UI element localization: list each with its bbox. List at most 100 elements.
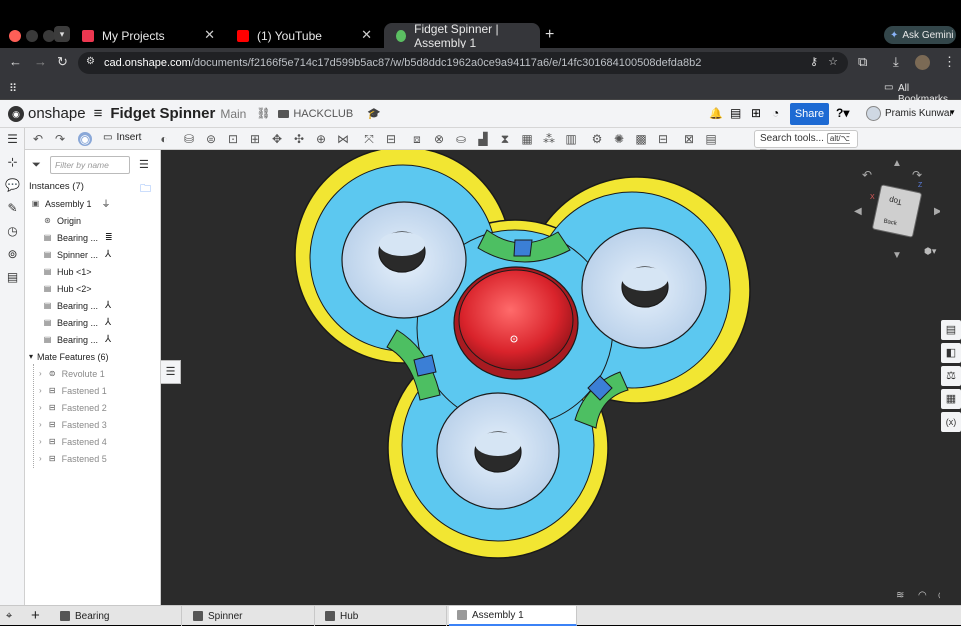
mate-features-header[interactable]: ▾ Mate Features (6) <box>25 348 161 365</box>
chevron-right-icon[interactable]: › <box>39 437 42 446</box>
view-cube-top-face[interactable]: Top <box>888 195 902 206</box>
tab-search-button[interactable]: ▾ <box>54 26 70 42</box>
linear-relation-icon[interactable]: ▦ <box>520 132 534 146</box>
ball-mate-icon[interactable]: ⤧ <box>362 132 376 146</box>
mate-item-fastened[interactable]: › ⊟ Fastened 3 <box>25 416 161 433</box>
parallel-mate-icon[interactable]: ⊟ <box>384 132 398 146</box>
add-tab-button[interactable]: + <box>31 607 40 624</box>
gear-settings-icon[interactable]: ✺ <box>612 132 626 146</box>
document-list-icon[interactable]: ▤ <box>730 106 741 120</box>
list-item-instance[interactable]: ▤ Spinner ... ⅄ <box>25 246 161 263</box>
undo-icon[interactable]: ↶ <box>31 132 45 146</box>
filter-funnel-icon[interactable]: ⏷ <box>32 159 41 172</box>
appearance-panel-icon[interactable]: ◧ <box>941 343 961 363</box>
cylindrical-mate-icon[interactable]: ⊕ <box>314 132 328 146</box>
mate-item-fastened[interactable]: › ⊟ Fastened 1 <box>25 382 161 399</box>
history-clock-icon[interactable]: ◷ <box>5 224 20 239</box>
user-avatar[interactable] <box>866 106 881 121</box>
render-mode-icon[interactable]: ≋ <box>896 590 904 601</box>
site-info-icon[interactable]: ⚙ <box>86 56 95 67</box>
password-key-icon[interactable]: ⚷ <box>810 55 818 68</box>
learning-center-icon[interactable]: ◔ <box>772 106 779 120</box>
app-store-icon[interactable]: ⊞ <box>751 106 761 120</box>
help-question-icon[interactable]: ?▾ <box>836 106 849 120</box>
view-cube-box[interactable]: Top Back <box>871 184 923 238</box>
mass-properties-icon[interactable]: ⚖ <box>941 366 961 386</box>
feature-list-icon[interactable]: ☰ <box>5 132 20 147</box>
document-title[interactable]: Fidget Spinner <box>110 105 215 122</box>
gear-relation-icon[interactable]: ⛀ <box>454 132 468 146</box>
tangent-mate-icon[interactable]: ⧈ <box>410 132 424 146</box>
redo-icon[interactable]: ↷ <box>53 132 67 146</box>
list-item-instance[interactable]: ▤ Hub <1> <box>25 263 161 280</box>
share-button[interactable]: Share <box>790 103 829 125</box>
view-cube-back-face[interactable]: Back <box>883 218 897 227</box>
pattern-icon[interactable]: ▩ <box>634 132 648 146</box>
tab-hub[interactable]: Hub <box>317 606 447 626</box>
graphics-viewport[interactable]: ☰ ▲ ◀ ▶ ▼ ↶ ↷ Top Back X Z ⬢▾ ≋ ◠ <box>161 150 947 605</box>
mate-item-fastened[interactable]: › ⊟ Fastened 5 <box>25 450 161 467</box>
new-tab-button[interactable]: + <box>545 26 554 44</box>
tab-fidget-spinner[interactable]: Fidget Spinner | Assembly 1 <box>384 22 540 50</box>
branch-label[interactable]: Main <box>220 107 246 121</box>
chevron-right-icon[interactable]: › <box>39 369 42 378</box>
properties-panel-icon[interactable]: ▤ <box>941 320 961 340</box>
rotate-left-arrow-icon[interactable]: ◀ <box>854 206 862 217</box>
configurations-icon[interactable]: ▦ <box>941 389 961 409</box>
chevron-right-icon[interactable]: › <box>39 454 42 463</box>
forward-arrow-icon[interactable]: → <box>34 54 47 69</box>
close-window-button[interactable] <box>9 30 21 42</box>
list-item-assembly[interactable]: ▣ Assembly 1 ⏚ <box>25 195 161 212</box>
download-icon[interactable]: ⤓ <box>893 54 899 70</box>
screw-relation-icon[interactable]: ⧗ <box>498 132 512 146</box>
user-menu-chevron-icon[interactable]: ▾ <box>950 107 955 118</box>
close-tab-icon[interactable]: ✕ <box>204 27 215 43</box>
link-icon[interactable]: ⛓ <box>256 107 270 120</box>
explode-icon[interactable]: ▥ <box>564 132 578 146</box>
cylinder-icon[interactable]: ⛁ <box>182 132 196 146</box>
measure-icon[interactable]: ⊚ <box>5 247 20 262</box>
tab-assembly-1[interactable]: Assembly 1 <box>449 606 577 626</box>
tab-youtube[interactable]: (1) YouTube ✕ <box>225 23 382 48</box>
address-bar[interactable]: ⚙ cad.onshape.com /documents/f2166f5e714… <box>78 52 848 74</box>
featurescript-icon[interactable]: ◉ <box>78 132 92 146</box>
tab-spinner[interactable]: Spinner <box>185 606 315 626</box>
ask-gemini-button[interactable]: ✦ Ask Gemini <box>884 26 956 44</box>
list-item-instance[interactable]: ▤ Bearing ... ⅄ <box>25 297 161 314</box>
zoom-fit-icon[interactable]: ◠ <box>918 590 927 601</box>
view-cube[interactable]: ▲ ◀ ▶ ▼ ↶ ↷ Top Back X Z ⬢▾ <box>854 158 942 263</box>
notifications-bell-icon[interactable]: 🔔 <box>709 107 723 120</box>
ground-icon[interactable]: ⏚ <box>102 197 111 210</box>
onshape-logo-icon[interactable]: ◉ <box>8 105 24 122</box>
list-item-instance[interactable]: ▤ Bearing ... ≣ <box>25 229 161 246</box>
browser-menu-icon[interactable]: ⋮ <box>943 54 956 70</box>
folder-name[interactable]: HACKCLUB <box>293 108 353 120</box>
chevron-right-icon[interactable]: › <box>39 420 42 429</box>
variables-icon[interactable]: (x) <box>941 412 961 432</box>
section-view-icon[interactable]: ⊠ <box>682 132 696 146</box>
list-item-instance[interactable]: ▤ Bearing ... ⅄ <box>25 314 161 331</box>
rotate-up-arrow-icon[interactable]: ▲ <box>892 158 902 169</box>
simulation-icon[interactable]: ▤ <box>704 132 718 146</box>
reload-icon[interactable]: ↻ <box>57 54 68 70</box>
view-options-icon[interactable]: ⬢▾ <box>924 246 936 257</box>
rotate-cw-arrow-icon[interactable]: ↷ <box>912 168 922 182</box>
mate-item-revolute[interactable]: › ⊜ Revolute 1 <box>25 365 161 382</box>
minimize-window-button[interactable] <box>26 30 38 42</box>
bom-list-icon[interactable]: ▤ <box>5 270 20 285</box>
document-menu-icon[interactable]: ⌖ <box>6 610 12 623</box>
filter-input[interactable]: Filter by name <box>50 156 130 174</box>
user-name[interactable]: Pramis Kunwar <box>885 108 953 119</box>
fastened-mate-icon[interactable]: ⊡ <box>226 132 240 146</box>
cog-icon[interactable]: ⚙ <box>590 132 604 146</box>
planar-mate-icon[interactable]: ✣ <box>292 132 306 146</box>
chevron-right-icon[interactable]: › <box>39 386 42 395</box>
bookmark-star-icon[interactable]: ☆ <box>828 55 838 68</box>
rotate-ccw-arrow-icon[interactable]: ↶ <box>862 168 872 182</box>
hamburger-menu-icon[interactable]: ≡ <box>94 105 103 122</box>
replicate-icon[interactable]: ◐ <box>157 132 171 146</box>
rotate-down-arrow-icon[interactable]: ▼ <box>892 250 902 261</box>
revolute-mate-icon[interactable]: ⊞ <box>248 132 262 146</box>
mate-item-fastened[interactable]: › ⊟ Fastened 2 <box>25 399 161 416</box>
list-item-instance[interactable]: ▤ Bearing ... ⅄ <box>25 331 161 348</box>
